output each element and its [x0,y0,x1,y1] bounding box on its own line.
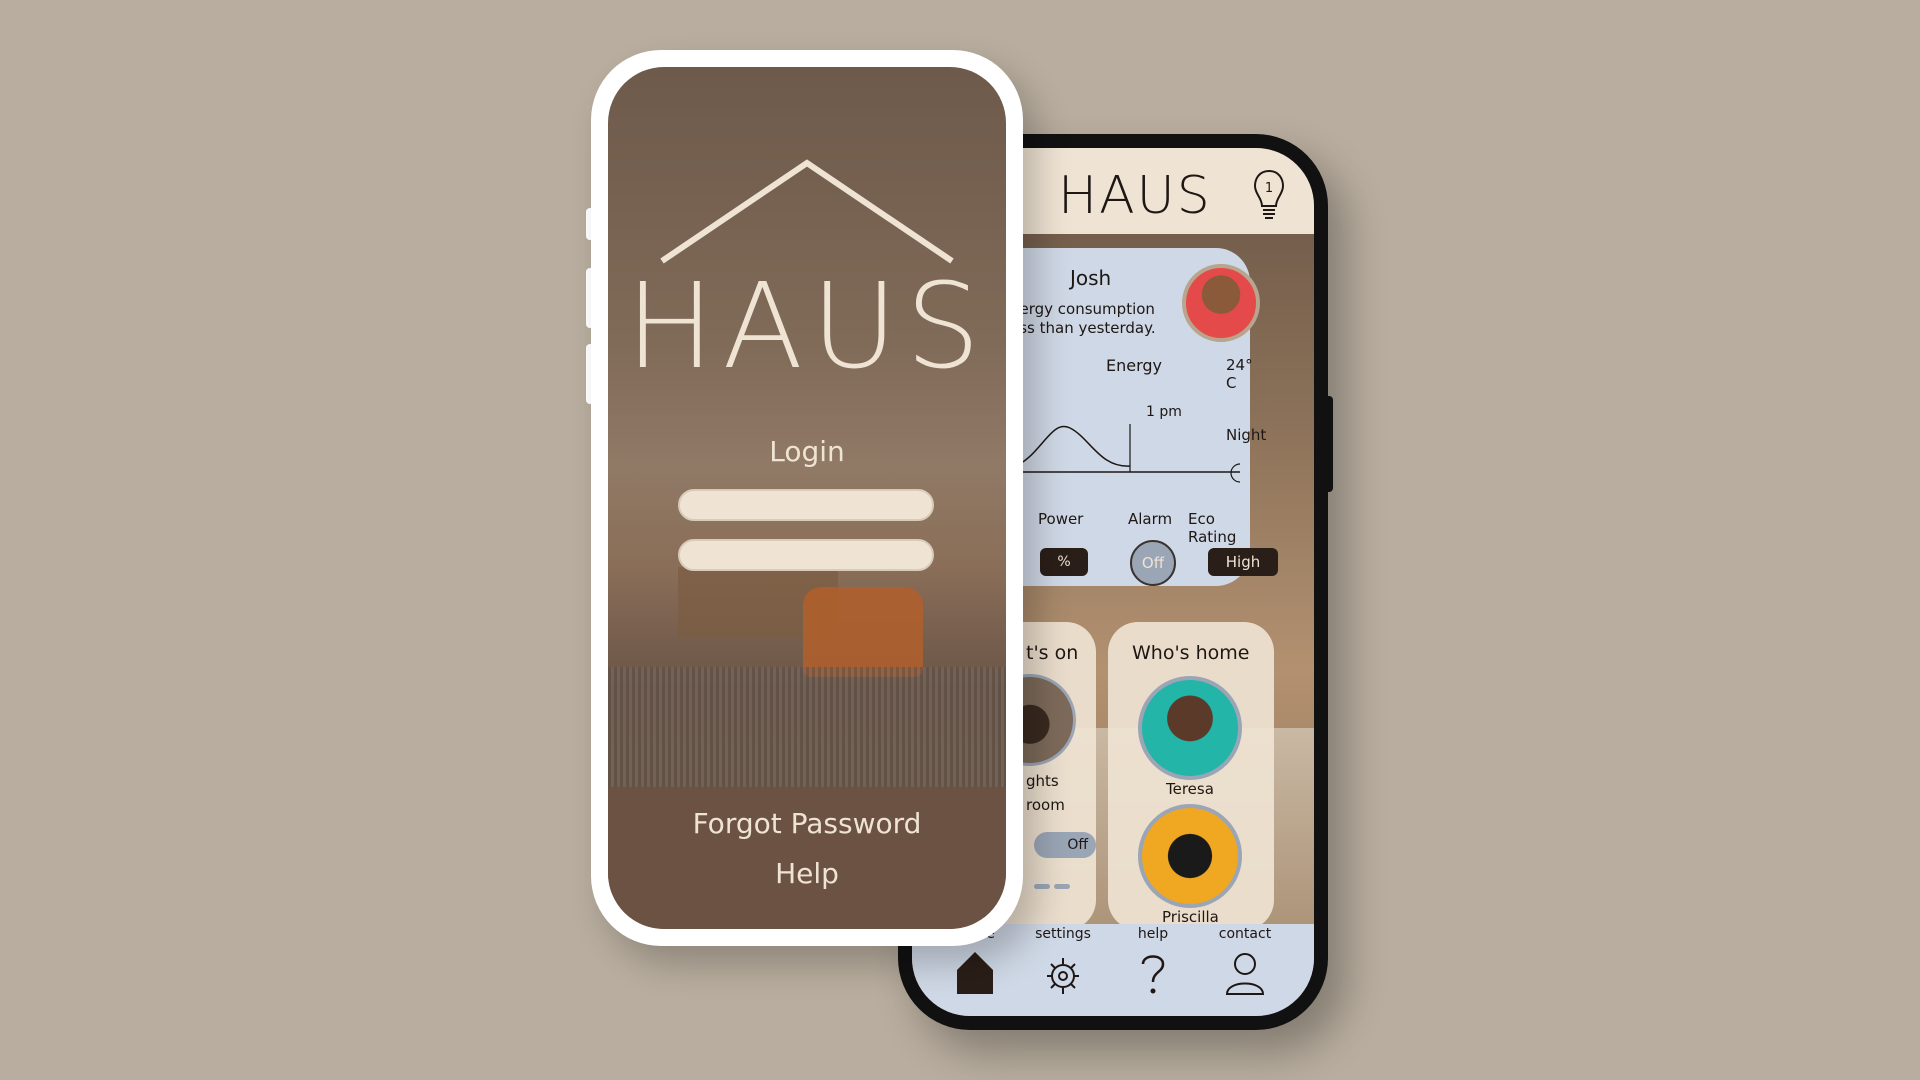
device-toggle[interactable]: Off [1034,832,1096,858]
greeting-name: Josh [1070,266,1112,290]
avatar[interactable] [1182,264,1260,342]
home-icon [957,952,993,994]
temperature: 24° C [1226,356,1253,392]
login-label: Login [769,435,845,468]
nav-label: settings [1035,926,1091,942]
username-input[interactable] [678,489,934,521]
login-screen: HAUS Login Forgot Password Help [608,67,1006,929]
nav-label: contact [1218,926,1272,942]
energy-label: Energy [1106,356,1163,375]
notification-count: 1 [1265,181,1273,196]
eco-rating-badge: High [1208,548,1278,576]
side-button [1327,396,1333,492]
forgot-password-link[interactable]: Forgot Password [608,807,1006,840]
nav-help[interactable]: help [1108,924,1198,996]
app-logo: HAUS [625,257,989,395]
whats-on-title: t's on [1026,642,1079,664]
room-armchair [803,587,923,677]
gear-icon [1047,958,1079,994]
nav-contact[interactable]: contact [1200,924,1290,996]
password-input[interactable] [678,539,934,571]
whos-home-card: Who's home Teresa Priscilla [1108,622,1274,930]
whos-home-title: Who's home [1132,642,1250,664]
nav-label: help [1137,926,1169,942]
alarm-toggle[interactable]: Off [1130,540,1176,586]
nav-settings[interactable]: settings [1018,924,1108,996]
carousel-dots[interactable] [1034,874,1074,893]
moon-icon [1230,463,1241,483]
room-rug [608,667,1006,797]
power-label: Power [1038,510,1084,528]
power-value: % [1040,548,1088,576]
brand-logo: HAUS [1058,166,1212,226]
user-icon [1225,953,1265,995]
roof-logo-icon [660,159,954,264]
avatar[interactable] [1138,676,1242,780]
device-room: room [1026,796,1065,814]
device-name: ghts [1026,772,1059,790]
alarm-label: Alarm [1128,510,1173,528]
login-phone: HAUS Login Forgot Password Help [591,50,1023,946]
question-icon [1141,955,1165,994]
lightbulb-icon[interactable]: 1 [1252,168,1286,224]
eco-rating-label: Eco Rating [1188,510,1237,546]
help-link[interactable]: Help [608,857,1006,890]
avatar[interactable] [1138,804,1242,908]
person-name: Teresa [1166,780,1214,798]
